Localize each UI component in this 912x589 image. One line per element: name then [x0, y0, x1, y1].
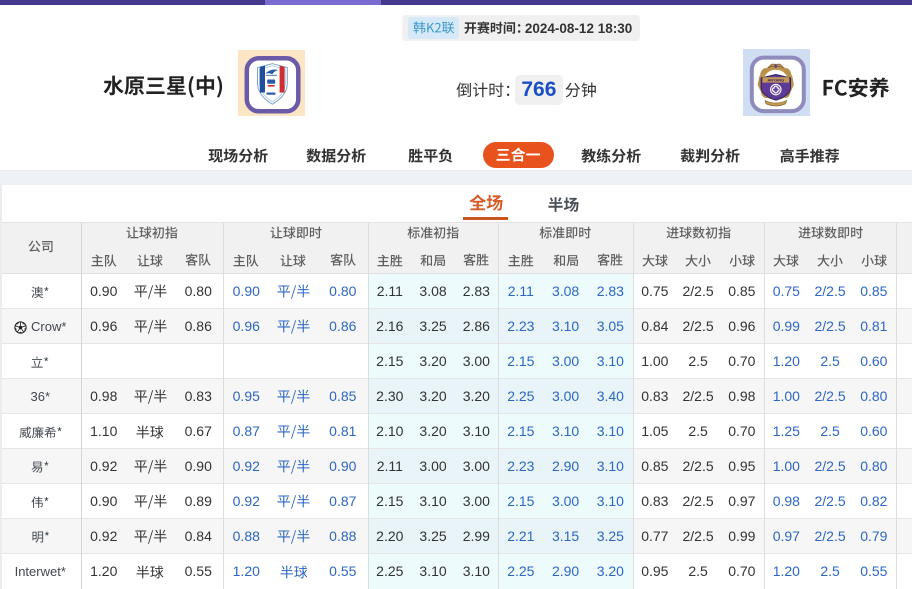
- svg-text:ANYANG: ANYANG: [767, 78, 784, 83]
